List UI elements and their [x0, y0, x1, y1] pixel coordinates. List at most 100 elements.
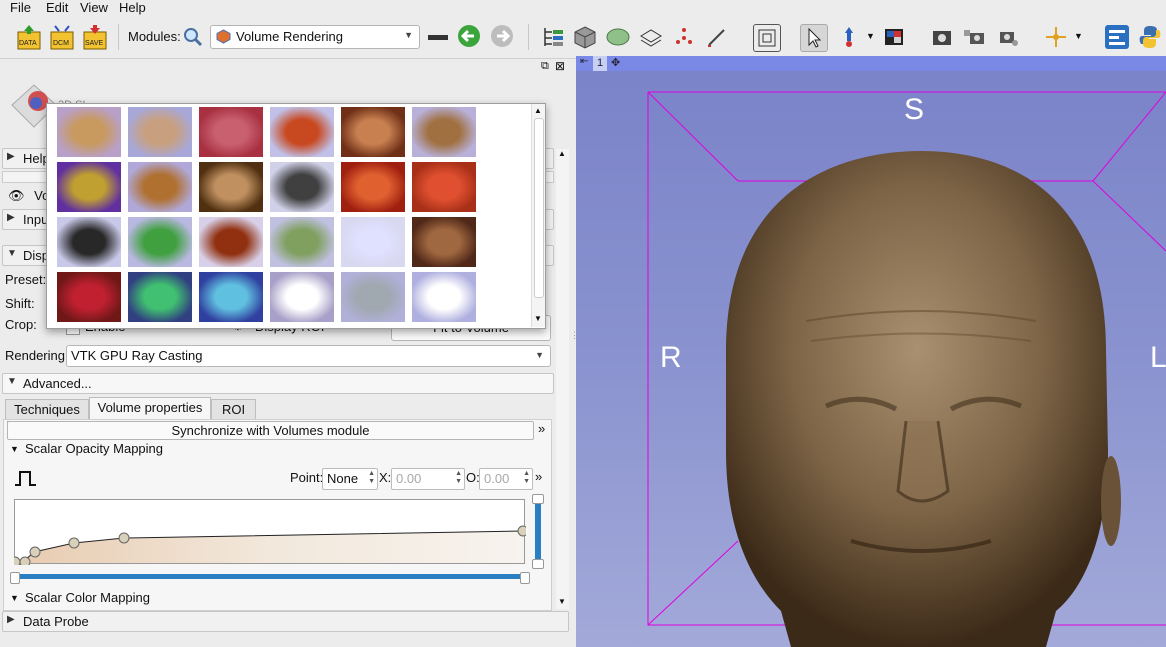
- tab-techniques[interactable]: Techniques: [5, 399, 89, 420]
- rendering-method-value: VTK GPU Ray Casting: [71, 348, 203, 363]
- preset-thumbnail[interactable]: [341, 107, 405, 157]
- rendering-method-select[interactable]: VTK GPU Ray Casting ▼: [66, 345, 551, 367]
- chevron-down-icon[interactable]: ▼: [1074, 31, 1083, 41]
- preset-thumbnail[interactable]: [341, 162, 405, 212]
- preset-thumbnail[interactable]: [341, 217, 405, 267]
- layers-icon: [640, 29, 662, 47]
- tab-volume-properties[interactable]: Volume properties: [89, 397, 211, 420]
- opacity-range-slider[interactable]: [535, 496, 541, 562]
- point-value: None: [327, 471, 359, 486]
- window-level-button[interactable]: [881, 24, 907, 50]
- save-button[interactable]: SAVE: [82, 24, 108, 50]
- point-spinbox[interactable]: None ▲ ▼: [322, 468, 378, 490]
- load-data-button[interactable]: DATA: [16, 24, 42, 50]
- hierarchy-icon: [544, 28, 563, 46]
- preset-thumbnail[interactable]: [412, 272, 476, 322]
- preset-thumbnail[interactable]: [412, 217, 476, 267]
- undock-icon[interactable]: ⧉: [541, 60, 549, 73]
- preset-thumbnail[interactable]: [412, 107, 476, 157]
- collapse-icon[interactable]: ▼: [10, 444, 19, 454]
- module-search-button[interactable]: [182, 24, 204, 50]
- preset-thumbnail[interactable]: [128, 272, 192, 322]
- preset-thumbnail[interactable]: [57, 107, 121, 157]
- editor-module-button[interactable]: [704, 24, 730, 50]
- data-probe-section-header[interactable]: ▶ Data Probe: [2, 611, 569, 632]
- threed-view[interactable]: S R L: [576, 71, 1166, 647]
- pin-icon[interactable]: ⇤: [580, 56, 588, 67]
- back-button[interactable]: [457, 24, 483, 50]
- slider-handle[interactable]: [532, 494, 544, 504]
- scene-view-button[interactable]: [962, 24, 988, 50]
- collapse-icon[interactable]: ▼: [10, 593, 19, 603]
- preset-thumbnail[interactable]: [412, 162, 476, 212]
- module-history-button[interactable]: [425, 24, 451, 50]
- crosshair-button[interactable]: [1043, 24, 1069, 50]
- load-dicom-button[interactable]: DCM: [49, 24, 75, 50]
- transforms-module-button[interactable]: [638, 24, 664, 50]
- place-markup-button[interactable]: [836, 24, 862, 50]
- preset-thumbnail[interactable]: [128, 217, 192, 267]
- scalar-range-slider[interactable]: [14, 574, 526, 579]
- scroll-up-icon[interactable]: ▲: [558, 149, 566, 158]
- scene-restore-button[interactable]: [995, 24, 1021, 50]
- preset-thumbnail[interactable]: [270, 107, 334, 157]
- close-icon[interactable]: ⊠: [555, 59, 565, 73]
- preset-thumbnail[interactable]: [270, 272, 334, 322]
- preset-thumbnail[interactable]: [270, 217, 334, 267]
- preset-thumbnail[interactable]: [199, 162, 263, 212]
- python-console-button[interactable]: [1137, 24, 1163, 50]
- view-number: 1: [593, 56, 607, 71]
- preset-thumbnail[interactable]: [341, 272, 405, 322]
- menu-help[interactable]: Help: [119, 0, 146, 15]
- scroll-thumb[interactable]: [534, 118, 544, 298]
- slider-handle[interactable]: [532, 559, 544, 569]
- popup-scrollbar[interactable]: ▲ ▼: [531, 104, 545, 327]
- scroll-down-icon[interactable]: ▼: [534, 314, 542, 323]
- opacity-transfer-function-editor[interactable]: [14, 499, 526, 565]
- preset-thumbnail[interactable]: [57, 162, 121, 212]
- scalar-color-label[interactable]: Scalar Color Mapping: [25, 590, 150, 605]
- sync-volumes-button[interactable]: Synchronize with Volumes module: [7, 421, 534, 440]
- view-layout-button[interactable]: [753, 24, 781, 52]
- view-options-icon[interactable]: ✥: [611, 56, 620, 69]
- more-icon[interactable]: »: [535, 469, 542, 484]
- chevron-down-icon[interactable]: ▼: [866, 31, 875, 41]
- volumes-module-button[interactable]: [572, 24, 598, 50]
- preset-thumbnail[interactable]: [199, 107, 263, 157]
- extension-manager-button[interactable]: [1104, 24, 1130, 50]
- menu-view[interactable]: View: [80, 0, 108, 15]
- preset-thumbnail[interactable]: [270, 162, 334, 212]
- pointer-tool-button[interactable]: [800, 24, 828, 52]
- expand-icon: ▶: [7, 212, 15, 223]
- preset-thumbnail[interactable]: [57, 272, 121, 322]
- advanced-section-header[interactable]: ▼ Advanced...: [2, 373, 554, 394]
- scroll-up-icon[interactable]: ▲: [534, 106, 542, 115]
- markups-module-button[interactable]: [671, 24, 697, 50]
- screenshot-button[interactable]: [929, 24, 955, 50]
- more-icon[interactable]: »: [538, 421, 545, 436]
- models-module-button[interactable]: [605, 24, 631, 50]
- forward-button[interactable]: [490, 24, 516, 50]
- eye-icon[interactable]: 👁: [8, 188, 25, 203]
- data-module-button[interactable]: [540, 24, 566, 50]
- step-function-icon[interactable]: [14, 469, 38, 487]
- x-spinbox[interactable]: 0.00 ▲ ▼: [391, 468, 465, 490]
- toolbar-separator: [118, 24, 119, 50]
- opacity-spinbox[interactable]: 0.00 ▲ ▼: [479, 468, 533, 490]
- preset-thumbnail[interactable]: [128, 107, 192, 157]
- slider-handle[interactable]: [520, 572, 530, 584]
- preset-thumbnail[interactable]: [199, 272, 263, 322]
- preset-thumbnail[interactable]: [57, 217, 121, 267]
- slider-handle[interactable]: [10, 572, 20, 584]
- module-selector[interactable]: Volume Rendering ▼: [210, 25, 420, 49]
- head-volume-render: [726, 151, 1121, 647]
- scalar-opacity-label[interactable]: Scalar Opacity Mapping: [25, 441, 163, 456]
- scroll-down-icon[interactable]: ▼: [558, 597, 566, 606]
- preset-thumbnail[interactable]: [128, 162, 192, 212]
- points-icon: [676, 28, 692, 44]
- menu-file[interactable]: File: [10, 0, 31, 15]
- preset-thumbnail[interactable]: [199, 217, 263, 267]
- panel-scrollbar[interactable]: ▲ ▼: [556, 149, 569, 609]
- tab-roi[interactable]: ROI: [211, 399, 256, 420]
- menu-edit[interactable]: Edit: [46, 0, 68, 15]
